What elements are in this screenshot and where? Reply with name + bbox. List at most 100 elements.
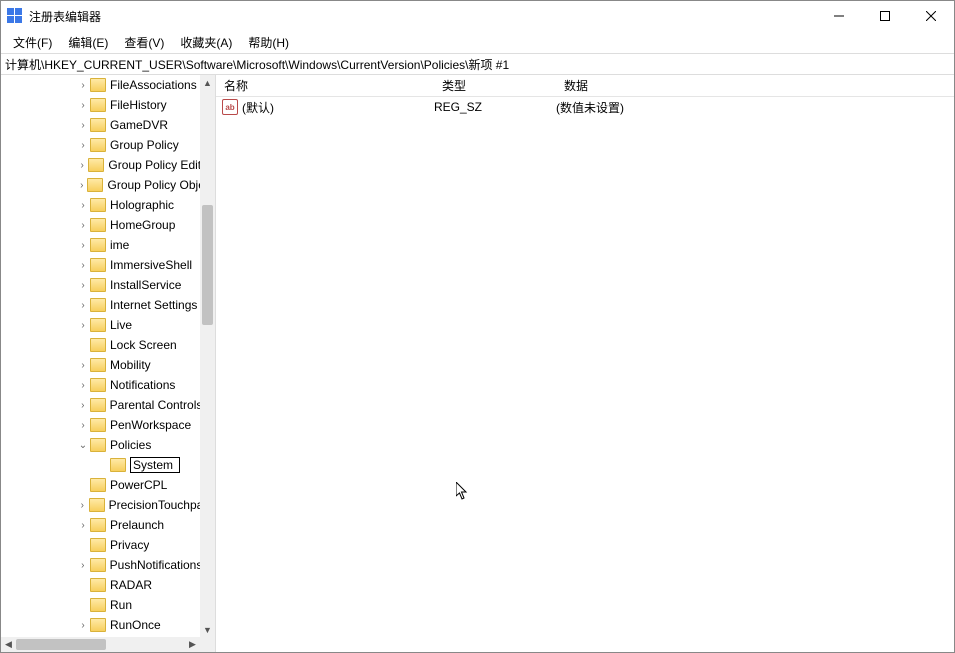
tree-view[interactable]: ›FileAssociations›FileHistory›GameDVR›Gr… <box>1 75 215 637</box>
folder-icon <box>90 98 106 112</box>
scroll-up-button[interactable]: ▲ <box>200 75 215 90</box>
tree-item-label: PenWorkspace <box>110 418 191 432</box>
scroll-left-button[interactable]: ◀ <box>1 639 16 650</box>
chevron-right-icon[interactable]: › <box>76 620 90 631</box>
tree-item[interactable]: ›Group Policy Objects <box>1 175 200 195</box>
window-title: 注册表编辑器 <box>29 8 816 25</box>
maximize-button[interactable] <box>862 1 908 31</box>
folder-icon <box>90 118 106 132</box>
folder-icon <box>89 498 105 512</box>
chevron-down-icon[interactable]: ⌄ <box>76 440 90 451</box>
folder-icon <box>88 158 104 172</box>
tree-item[interactable]: Run <box>1 595 200 615</box>
chevron-right-icon[interactable]: › <box>76 120 90 131</box>
tree-item[interactable]: ⌄Policies <box>1 435 200 455</box>
scroll-thumb[interactable] <box>202 205 213 325</box>
tree-item[interactable]: ›Group Policy Editor <box>1 155 200 175</box>
folder-icon <box>90 438 106 452</box>
values-list[interactable]: ab(默认)REG_SZ(数值未设置) <box>216 97 954 652</box>
tree-item[interactable]: › ImmersiveShell <box>1 255 200 275</box>
scroll-down-button[interactable]: ▼ <box>200 622 215 637</box>
chevron-right-icon[interactable]: › <box>76 80 90 91</box>
tree-item[interactable]: ›RunOnce <box>1 615 200 635</box>
tree-item[interactable]: ›HomeGroup <box>1 215 200 235</box>
tree-item[interactable]: ›ime <box>1 235 200 255</box>
chevron-right-icon[interactable]: › <box>76 140 90 151</box>
address-bar[interactable]: 计算机\HKEY_CURRENT_USER\Software\Microsoft… <box>1 53 954 75</box>
values-header: 名称 类型 数据 <box>216 75 954 97</box>
tree-item-label: Group Policy <box>110 138 179 152</box>
scroll-corner <box>200 637 215 652</box>
tree-vertical-scrollbar[interactable]: ▲ ▼ <box>200 75 215 637</box>
tree-item[interactable]: PowerCPL <box>1 475 200 495</box>
menu-help[interactable]: 帮助(H) <box>240 32 297 53</box>
tree-item[interactable]: ›InstallService <box>1 275 200 295</box>
chevron-right-icon[interactable]: › <box>76 220 90 231</box>
folder-icon <box>90 378 106 392</box>
tree-item[interactable]: › Internet Settings <box>1 295 200 315</box>
value-type: REG_SZ <box>434 100 556 114</box>
close-button[interactable] <box>908 1 954 31</box>
scroll-track[interactable] <box>16 637 185 652</box>
menu-favorites[interactable]: 收藏夹(A) <box>172 32 240 53</box>
folder-icon <box>90 218 106 232</box>
column-header-data[interactable]: 数据 <box>556 77 954 94</box>
folder-icon <box>90 598 106 612</box>
tree-item[interactable]: ›Live <box>1 315 200 335</box>
tree-item[interactable]: › Holographic <box>1 195 200 215</box>
minimize-button[interactable] <box>816 1 862 31</box>
chevron-right-icon[interactable]: › <box>76 380 90 391</box>
scroll-track[interactable] <box>200 90 215 622</box>
chevron-right-icon[interactable]: › <box>76 360 90 371</box>
chevron-right-icon[interactable]: › <box>76 420 90 431</box>
chevron-right-icon[interactable]: › <box>76 500 89 511</box>
chevron-right-icon[interactable]: › <box>76 100 90 111</box>
tree-item[interactable]: ›Prelaunch <box>1 515 200 535</box>
folder-icon <box>90 358 106 372</box>
tree-item[interactable]: RADAR <box>1 575 200 595</box>
chevron-right-icon[interactable]: › <box>76 240 90 251</box>
folder-icon <box>90 338 106 352</box>
tree-item-label: FileAssociations <box>110 78 197 92</box>
chevron-right-icon[interactable]: › <box>76 280 90 291</box>
tree-item[interactable]: ›GameDVR <box>1 115 200 135</box>
tree-item[interactable]: ›Mobility <box>1 355 200 375</box>
tree-item[interactable]: › Group Policy <box>1 135 200 155</box>
folder-icon <box>90 278 106 292</box>
tree-item[interactable]: ›FileHistory <box>1 95 200 115</box>
tree-item[interactable]: ›PushNotifications <box>1 555 200 575</box>
chevron-right-icon[interactable]: › <box>76 180 87 191</box>
value-row[interactable]: ab(默认)REG_SZ(数值未设置) <box>216 97 954 117</box>
tree-item[interactable]: ›PrecisionTouchpad <box>1 495 200 515</box>
tree-item-label: Internet Settings <box>110 298 197 312</box>
tree-item[interactable]: › PenWorkspace <box>1 415 200 435</box>
chevron-right-icon[interactable]: › <box>76 520 90 531</box>
menu-file[interactable]: 文件(F) <box>5 32 60 53</box>
column-header-name[interactable]: 名称 <box>216 77 434 94</box>
scroll-right-button[interactable]: ▶ <box>185 639 200 650</box>
chevron-right-icon[interactable]: › <box>76 260 90 271</box>
chevron-right-icon[interactable]: › <box>76 400 90 411</box>
menu-view[interactable]: 查看(V) <box>116 32 172 53</box>
tree-item-label: RADAR <box>110 578 152 592</box>
chevron-right-icon[interactable]: › <box>76 200 90 211</box>
tree-item[interactable]: ›Parental Controls <box>1 395 200 415</box>
chevron-right-icon[interactable]: › <box>76 160 88 171</box>
chevron-right-icon[interactable]: › <box>76 560 90 571</box>
tree-item-rename-input[interactable] <box>130 457 180 473</box>
tree-item-label: ImmersiveShell <box>110 258 192 272</box>
tree-item-label: Holographic <box>110 198 174 212</box>
tree-item[interactable]: Lock Screen <box>1 335 200 355</box>
menu-edit[interactable]: 编辑(E) <box>60 32 116 53</box>
folder-icon <box>90 138 106 152</box>
chevron-right-icon[interactable]: › <box>76 300 90 311</box>
tree-item[interactable]: ›Notifications <box>1 375 200 395</box>
tree-item[interactable]: › FileAssociations <box>1 75 200 95</box>
tree-item-label: Run <box>110 598 132 612</box>
tree-horizontal-scrollbar[interactable]: ◀ ▶ <box>1 637 215 652</box>
scroll-thumb[interactable] <box>16 639 106 650</box>
tree-item[interactable] <box>1 455 200 475</box>
chevron-right-icon[interactable]: › <box>76 320 90 331</box>
tree-item[interactable]: Privacy <box>1 535 200 555</box>
column-header-type[interactable]: 类型 <box>434 77 556 94</box>
